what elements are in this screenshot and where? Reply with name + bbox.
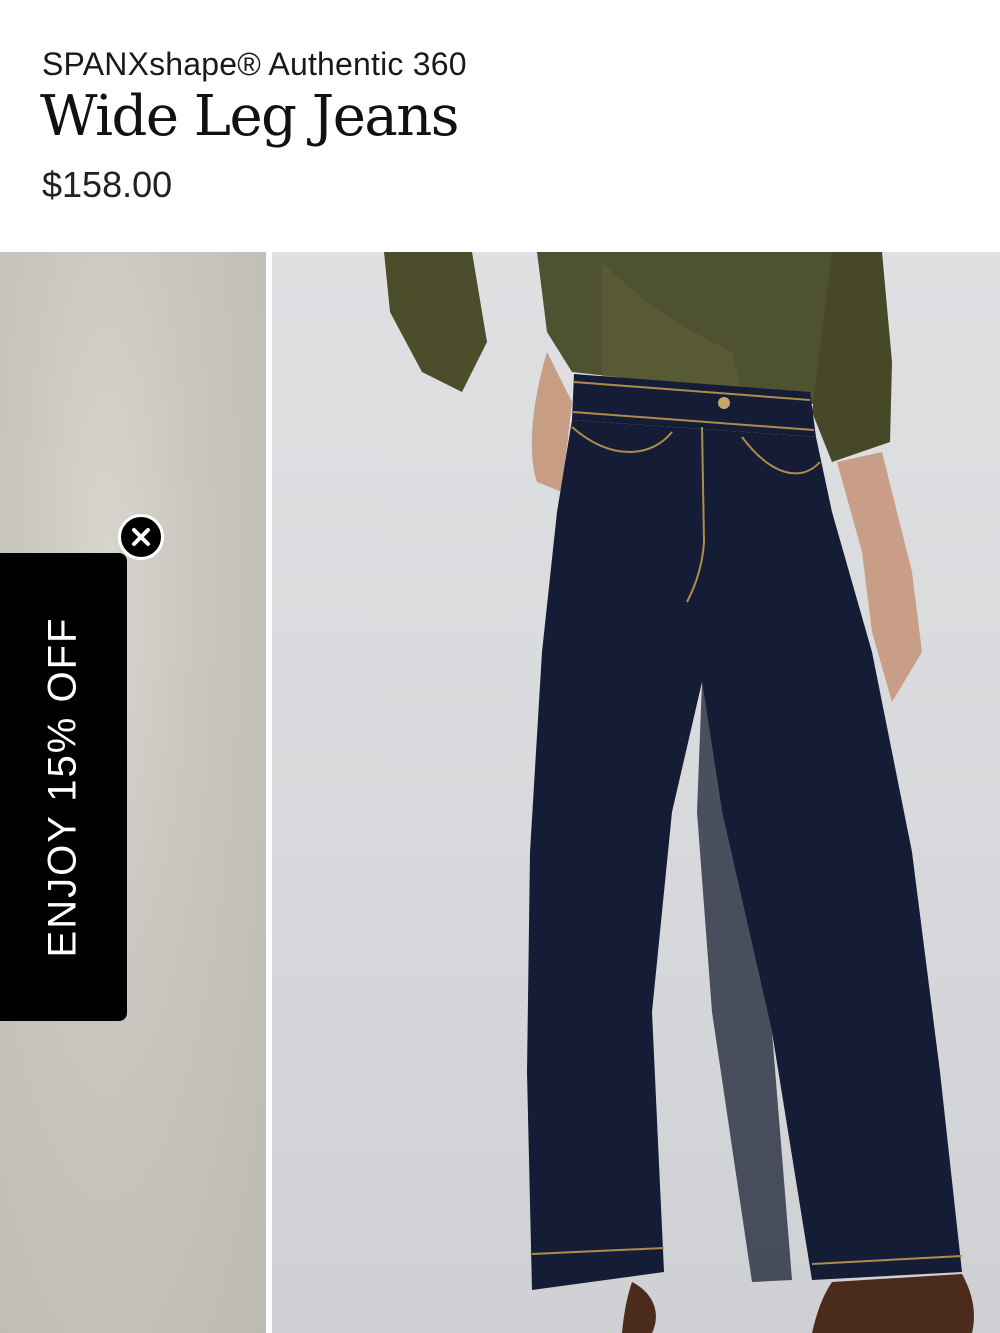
product-image-gallery[interactable] — [0, 252, 1000, 1333]
product-subtitle: SPANXshape® Authentic 360 — [42, 46, 467, 82]
model-photo-illustration — [384, 252, 974, 1333]
product-title: Wide Leg Jeans — [40, 84, 460, 149]
main-model-image[interactable] — [272, 252, 1000, 1333]
close-icon — [132, 528, 150, 546]
promo-close-button[interactable] — [118, 514, 164, 560]
promo-tab[interactable]: ENJOY 15% OFF — [0, 553, 127, 1021]
promo-label: ENJOY 15% OFF — [40, 616, 85, 958]
product-price: $158.00 — [42, 164, 173, 205]
product-header: SPANXshape® Authentic 360 Wide Leg Jeans… — [0, 0, 1000, 252]
